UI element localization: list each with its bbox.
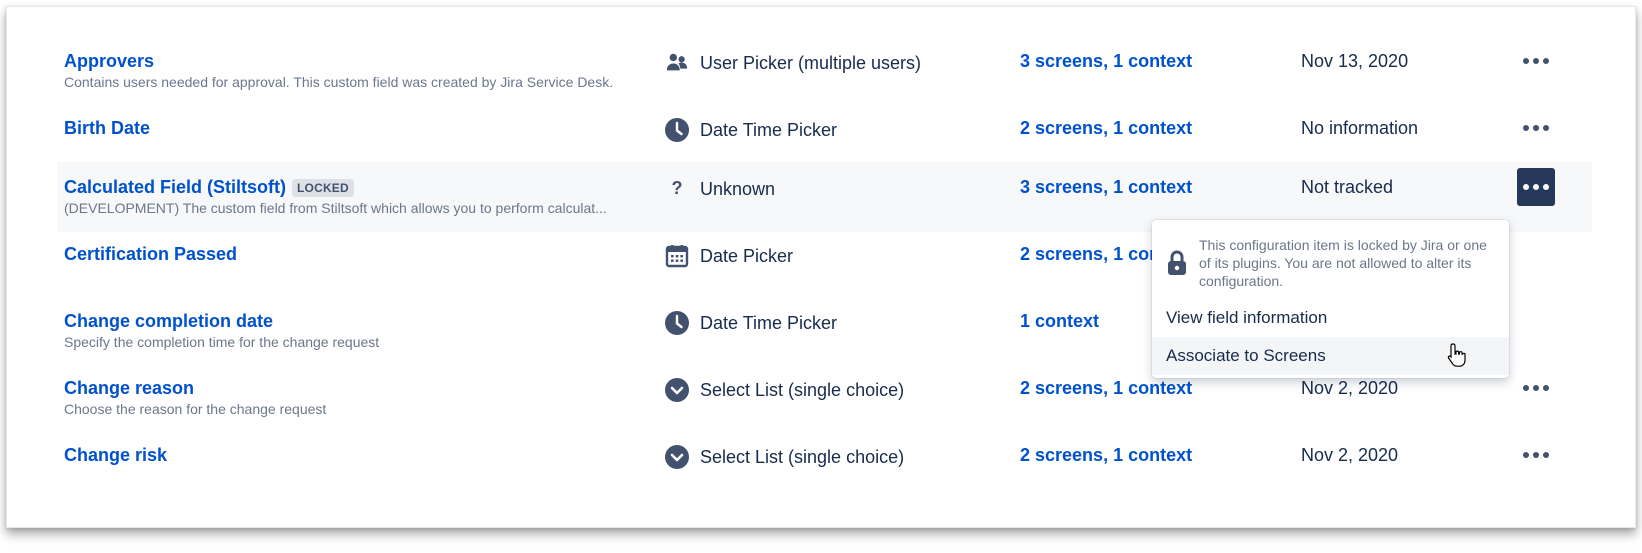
field-name-link[interactable]: Approvers <box>64 51 154 72</box>
locked-badge: LOCKED <box>292 178 354 197</box>
field-name-link[interactable]: Change risk <box>64 445 167 466</box>
field-type-label: Date Time Picker <box>700 312 838 333</box>
more-actions-button[interactable] <box>1517 109 1555 147</box>
last-used-value: Not tracked <box>1301 177 1394 197</box>
screens-context-link[interactable]: 3 screens, 1 context <box>1020 51 1192 72</box>
select-icon <box>664 444 690 470</box>
more-icon <box>1523 385 1549 391</box>
field-type-label: Unknown <box>700 178 776 199</box>
field-name[interactable]: Calculated Field (Stiltsoft) <box>64 177 286 198</box>
field-name-link[interactable]: Change completion date <box>64 311 273 332</box>
clock-icon <box>664 310 690 336</box>
field-type-label: Date Time Picker <box>700 119 838 140</box>
field-name[interactable]: Change risk <box>64 445 167 466</box>
field-description: Contains users needed for approval. This… <box>64 74 614 90</box>
field-type: Date Picker <box>664 243 793 269</box>
field-name[interactable]: Birth Date <box>64 118 150 139</box>
select-icon <box>664 377 690 403</box>
screens-context-link[interactable]: 2 screens, 1 context <box>1020 118 1192 139</box>
last-used-value: Nov 13, 2020 <box>1301 51 1409 71</box>
last-used-value: No information <box>1301 118 1419 138</box>
screens-context-link[interactable]: 2 screens, 1 context <box>1020 445 1192 466</box>
field-type: Date Time Picker <box>664 310 837 336</box>
question-icon: ? <box>664 176 690 202</box>
field-type-label: Select List (single choice) <box>700 446 905 467</box>
table-row: Approvers Contains users needed for appro… <box>57 36 1592 106</box>
more-actions-button[interactable] <box>1517 42 1555 80</box>
field-name[interactable]: Approvers <box>64 51 154 72</box>
screens-context-link[interactable]: 3 screens, 1 context <box>1020 177 1192 198</box>
field-name[interactable]: Certification Passed <box>64 244 237 265</box>
field-description: Choose the reason for the change request <box>64 401 327 417</box>
field-type: Select List (single choice) <box>664 377 904 403</box>
field-name-link[interactable]: Birth Date <box>64 118 150 139</box>
field-name-link[interactable]: Certification Passed <box>64 244 237 265</box>
calendar-icon <box>664 243 690 269</box>
users-icon <box>664 50 690 76</box>
hand-pointer-cursor-icon <box>1447 343 1466 367</box>
more-actions-button[interactable] <box>1517 436 1555 474</box>
custom-fields-table: Approvers Contains users needed for appro… <box>6 6 1636 528</box>
last-used-value: Nov 2, 2020 <box>1301 445 1399 465</box>
more-actions-button[interactable] <box>1517 369 1555 407</box>
more-icon <box>1523 452 1549 458</box>
lock-icon <box>1168 250 1186 275</box>
locked-message: This configuration item is locked by Jir… <box>1199 237 1487 289</box>
field-type: Select List (single choice) <box>664 444 904 470</box>
screens-context-link[interactable]: 1 context <box>1020 311 1099 332</box>
field-type-label: Select List (single choice) <box>700 379 905 400</box>
field-name-link[interactable]: Calculated Field (Stiltsoft) LOCKED <box>64 177 354 198</box>
field-description: Specify the completion time for the chan… <box>64 334 380 350</box>
field-name[interactable]: Change completion date <box>64 311 273 332</box>
field-description: (DEVELOPMENT) The custom field from Stil… <box>64 200 607 216</box>
field-type-label: User Picker (multiple users) <box>700 52 922 73</box>
field-type: Date Time Picker <box>664 117 837 143</box>
more-icon <box>1523 184 1549 190</box>
more-actions-button[interactable] <box>1517 168 1555 206</box>
last-used-value: Nov 2, 2020 <box>1301 378 1399 398</box>
table-row: Change risk Select List (single choice) 2 … <box>57 430 1592 500</box>
field-name-link[interactable]: Change reason <box>64 378 194 399</box>
more-icon <box>1523 58 1549 64</box>
field-type-label: Date Picker <box>700 245 794 266</box>
svg-text:?: ? <box>672 178 683 198</box>
screens-context-link[interactable]: 2 screens, 1 context <box>1020 378 1192 399</box>
more-icon <box>1523 125 1549 131</box>
view-field-information-item[interactable]: View field information <box>1152 299 1509 337</box>
field-type: ? Unknown <box>664 176 776 202</box>
field-type: User Picker (multiple users) <box>664 50 921 76</box>
clock-icon <box>664 117 690 143</box>
field-name[interactable]: Change reason <box>64 378 194 399</box>
